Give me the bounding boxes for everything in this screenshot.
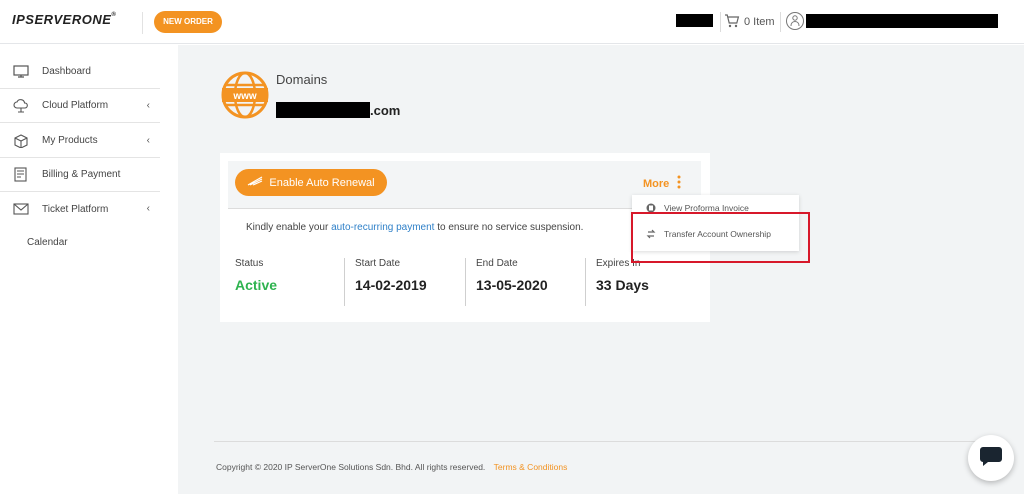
stat-divider [344,258,345,306]
kebab-menu-icon [677,175,681,192]
stat-value: 13-05-2020 [476,277,548,293]
status-stat: Status Active [235,258,277,306]
chat-button[interactable] [968,435,1014,481]
top-header: IPSERVERONE® NEW ORDER 0 Item [0,0,1024,44]
start-date-stat: Start Date 14-02-2019 [355,258,427,306]
sidebar-item-billing-payment[interactable]: Billing & Payment [0,158,160,192]
box-icon [11,133,31,149]
sidebar-item-label: Dashboard [42,66,91,77]
stat-label: End Date [476,258,518,269]
stat-value: 33 Days [596,277,649,293]
chevron-left-icon: ‹ [146,100,150,111]
enable-auto-renewal-button[interactable]: Enable Auto Renewal [235,169,387,196]
cart-icon [724,13,740,31]
copyright-text: Copyright © 2020 IP ServerOne Solutions … [216,462,486,472]
cloud-icon [11,98,31,114]
stat-label: Start Date [355,258,401,269]
globe-label: www [232,91,257,102]
stat-label: Status [235,258,264,269]
stat-value: 14-02-2019 [355,277,427,293]
end-date-stat: End Date 13-05-2020 [476,258,548,306]
renew-icon [247,176,263,189]
logo-registered-mark: ® [111,12,117,18]
sidebar-item-my-products[interactable]: My Products ‹ [0,124,160,158]
redacted-block [806,14,998,28]
chat-bubble-icon [979,445,1003,472]
redacted-block [676,14,713,27]
notice-prefix: Kindly enable your [246,222,329,233]
chevron-left-icon: ‹ [146,203,150,214]
footer-divider [214,441,1006,442]
cart-count-label: 0 Item [744,16,775,28]
invoice-icon [11,167,31,183]
monitor-icon [11,64,31,80]
sidebar-item-ticket-platform[interactable]: Ticket Platform ‹ [0,192,160,226]
brand-logo[interactable]: IPSERVERONE® [12,12,116,27]
sidebar-item-label: Billing & Payment [42,169,121,180]
sidebar-item-label: Ticket Platform [42,203,109,215]
header-divider [142,12,143,34]
header-divider [780,12,781,32]
notice-suffix: to ensure no service suspension. [437,222,584,233]
sidebar-item-calendar[interactable]: Calendar [27,237,68,248]
sidebar-item-dashboard[interactable]: Dashboard [0,55,160,89]
cart-button[interactable]: 0 Item [724,12,775,32]
more-label: More [643,177,670,190]
new-order-button[interactable]: NEW ORDER [154,11,222,33]
auto-renew-notice: Kindly enable your auto-recurring paymen… [246,222,583,233]
header-divider [720,12,721,32]
sidebar-item-label: My Products [42,135,98,146]
footer: Copyright © 2020 IP ServerOne Solutions … [216,462,567,472]
status-badge: Active [235,277,278,293]
user-avatar-icon[interactable] [786,12,804,30]
www-globe-icon: www [219,69,271,121]
sidebar-item-cloud-platform[interactable]: Cloud Platform ‹ [0,89,160,123]
stat-divider [465,258,466,306]
redacted-block [276,102,370,118]
stat-divider [585,258,586,306]
page-title: Domains [276,72,328,87]
enable-auto-renewal-label: Enable Auto Renewal [269,176,375,189]
logo-text: IPSERVERONE [12,12,112,27]
expires-in-stat: Expires In 33 Days [596,258,649,306]
sidebar: Dashboard Cloud Platform ‹ My Products ‹… [0,45,178,494]
chevron-left-icon: ‹ [146,135,150,146]
envelope-icon [11,201,31,217]
more-menu-button[interactable]: More [643,175,681,192]
sidebar-item-label: Cloud Platform [42,100,109,111]
highlight-box [631,212,810,263]
terms-link[interactable]: Terms & Conditions [494,462,568,472]
domain-name: .com [370,103,401,118]
auto-recurring-payment-link[interactable]: auto-recurring payment [331,222,434,233]
